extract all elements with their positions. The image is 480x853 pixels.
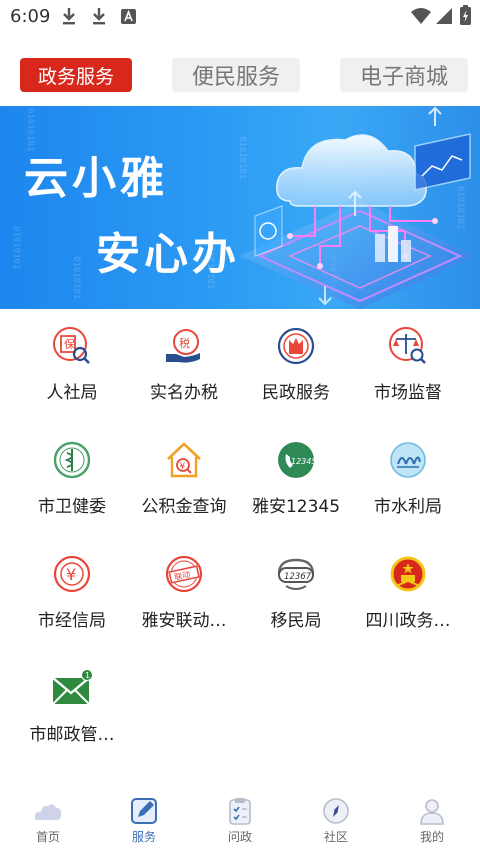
service-health-commission[interactable]: 市卫健委 — [12, 424, 132, 524]
download-icon — [63, 8, 75, 25]
service-label: 雅安12345 — [251, 497, 341, 517]
nav-home[interactable]: 首页 — [0, 788, 96, 853]
nav-label: 我的 — [419, 830, 444, 844]
service-edit-icon — [131, 798, 157, 824]
svg-text:保: 保 — [64, 337, 75, 351]
nav-label: 服务 — [131, 830, 156, 844]
tab-e-mall[interactable]: 电子商城 — [340, 58, 468, 92]
nav-label: 问政 — [227, 830, 252, 844]
service-real-name-tax[interactable]: 税 实名办税 — [124, 310, 244, 410]
profile-icon — [420, 799, 444, 825]
service-label: 市水利局 — [374, 497, 442, 517]
wifi-icon — [411, 8, 431, 24]
nav-label: 社区 — [323, 830, 348, 844]
tab-gov-services[interactable]: 政务服务 — [20, 58, 132, 92]
service-sichuan-gov[interactable]: 四川政务… — [348, 538, 468, 638]
service-economy-info-bureau[interactable]: ¥ 市经信局 — [12, 538, 132, 638]
service-label: 移民局 — [270, 611, 322, 631]
service-water-resources[interactable]: 市水利局 — [348, 424, 468, 524]
svg-text:税: 税 — [179, 336, 190, 350]
tab-convenience-services[interactable]: 便民服务 — [172, 58, 300, 92]
banner-title-line2: 安心办 — [96, 229, 240, 280]
cloud-platform-illustration — [240, 106, 475, 309]
service-immigration[interactable]: 12367 移民局 — [236, 538, 356, 638]
national-emblem-icon — [390, 556, 426, 592]
tax-hand-icon: 税 — [166, 329, 200, 363]
download-icon — [93, 8, 105, 25]
mail-envelope-icon: 1 — [52, 669, 92, 705]
status-bar: 6:09 — [0, 0, 480, 34]
mail-badge-count: 1 — [85, 671, 90, 680]
nav-inquiry[interactable]: 问政 — [192, 788, 288, 853]
service-label: 雅安联动… — [141, 611, 227, 631]
battery-icon — [460, 5, 471, 25]
housing-fund-icon: ¥ — [167, 442, 201, 478]
service-hrss-bureau[interactable]: 保 人社局 — [12, 310, 132, 410]
service-label: 公积金查询 — [141, 497, 227, 517]
linkage-stamp-icon: 联动 — [165, 555, 203, 593]
nav-community[interactable]: 社区 — [288, 788, 384, 853]
service-market-supervision[interactable]: 市场监督 — [348, 310, 468, 410]
immigration-12367-icon: 12367 — [277, 558, 315, 590]
service-label: 市经信局 — [38, 611, 106, 631]
banner-binary-text: 01010101 — [71, 256, 81, 299]
svg-text:¥: ¥ — [66, 565, 76, 584]
service-label: 民政服务 — [262, 383, 330, 403]
yuan-coin-icon: ¥ — [53, 555, 91, 593]
bottom-navigation: 首页 服务 问政 社区 我的 — [0, 788, 480, 853]
service-yaan-linkage[interactable]: 联动 雅安联动… — [124, 538, 244, 638]
service-label: 市邮政管… — [29, 725, 115, 745]
compass-icon — [323, 798, 349, 824]
hotline-12345-icon: 12345 — [278, 442, 316, 478]
top-tabs: 政务服务 便民服务 电子商城 — [0, 58, 480, 94]
service-label: 市场监督 — [374, 383, 442, 403]
service-yaan-12345[interactable]: 12345 雅安12345 — [236, 424, 356, 524]
health-caduceus-icon — [53, 441, 91, 479]
service-label: 市卫健委 — [38, 497, 106, 517]
service-postal-admin[interactable]: 1 市邮政管… — [12, 652, 132, 752]
service-label: 四川政务… — [365, 611, 451, 631]
font-icon — [121, 9, 136, 24]
nav-label: 首页 — [35, 830, 60, 844]
svg-text:12367: 12367 — [284, 572, 312, 582]
nav-services[interactable]: 服务 — [96, 788, 192, 853]
water-resources-icon — [390, 442, 426, 478]
svg-text:12345: 12345 — [291, 457, 316, 466]
svg-text:¥: ¥ — [180, 462, 186, 472]
promo-banner[interactable]: 01010101 01010101 01010101 01010101 0101… — [0, 106, 480, 309]
scales-magnifier-icon — [389, 327, 426, 364]
signal-icon — [436, 8, 452, 24]
service-civil-affairs[interactable]: 民政服务 — [236, 310, 356, 410]
nav-profile[interactable]: 我的 — [384, 788, 480, 853]
civil-affairs-icon — [277, 327, 315, 365]
checklist-icon — [229, 798, 251, 825]
service-label: 人社局 — [46, 383, 98, 403]
home-cloud-icon — [34, 804, 62, 820]
insurance-magnifier-icon: 保 — [53, 327, 90, 364]
banner-title-line1: 云小雅 — [24, 153, 168, 204]
service-label: 实名办税 — [150, 383, 218, 403]
service-housing-fund-query[interactable]: ¥ 公积金查询 — [124, 424, 244, 524]
status-time: 6:09 — [10, 6, 51, 27]
banner-binary-text: 01010101 — [11, 226, 21, 269]
